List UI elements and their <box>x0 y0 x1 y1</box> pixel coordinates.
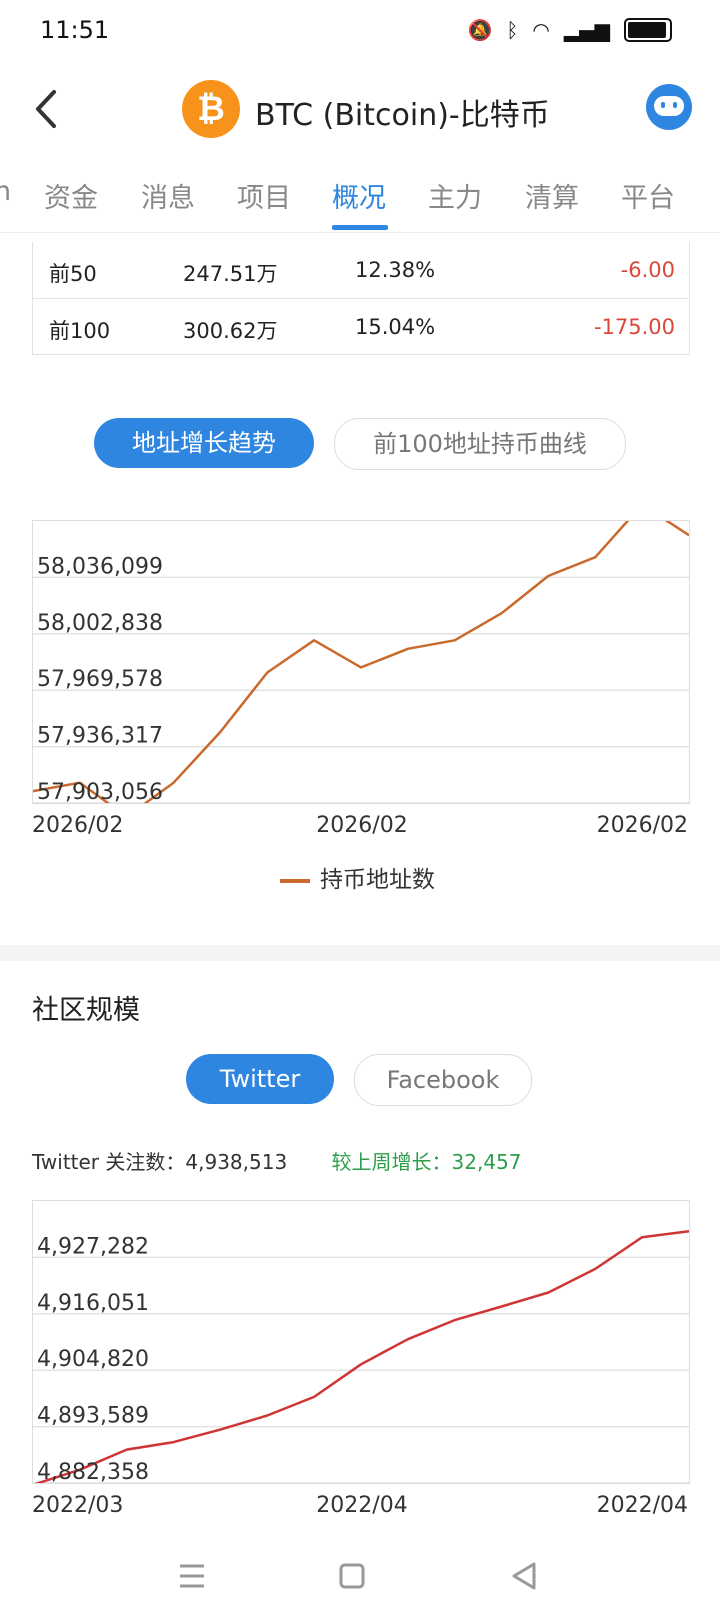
address-chart-xaxis: 2026/02 2026/02 2026/02 <box>32 813 688 838</box>
x-tick-label: 2026/02 <box>32 813 123 838</box>
x-tick-label: 2022/04 <box>316 1493 407 1518</box>
facebook-toggle[interactable]: Facebook <box>354 1054 532 1106</box>
tab-liquidation[interactable]: 清算 <box>525 176 579 215</box>
twitter-toggle[interactable]: Twitter <box>186 1054 334 1104</box>
back-triangle-icon[interactable] <box>498 1550 550 1602</box>
tab-main-force[interactable]: 主力 <box>428 176 482 215</box>
change-cell: -175.00 <box>593 315 675 339</box>
rank-cell: 前100 <box>49 319 111 343</box>
mute-icon: 🔕 <box>467 18 493 42</box>
growth-value: 32,457 <box>451 1150 522 1174</box>
y-tick-label: 4,916,051 <box>37 1291 149 1316</box>
percent-cell: 12.38% <box>355 258 436 282</box>
legend-line-icon <box>280 878 310 883</box>
y-tick-label: 4,904,820 <box>37 1347 149 1372</box>
status-time: 11:51 <box>40 16 110 44</box>
legend-label: 持币地址数 <box>320 867 435 893</box>
tab-platform[interactable]: 平台 <box>621 176 675 215</box>
percent-cell: 15.04% <box>355 315 436 339</box>
address-chart-svg: 58,036,099 58,002,838 57,969,578 57,936,317… <box>33 521 689 803</box>
tab-project[interactable]: 项目 <box>237 176 291 215</box>
status-icons: 🔕 ᛒ ◠ ▂▄▆ <box>467 18 672 42</box>
community-title: 社区规模 <box>32 995 140 1026</box>
x-tick-label: 2026/02 <box>316 813 407 838</box>
y-tick-label: 4,882,358 <box>37 1460 149 1483</box>
tab-funds[interactable]: 资金 <box>44 176 98 215</box>
growth-label: 较上周增长： <box>331 1150 452 1174</box>
active-tab-indicator <box>332 225 388 230</box>
home-icon[interactable] <box>326 1550 378 1602</box>
y-tick-label: 58,036,099 <box>37 554 163 579</box>
tab-bar: n 资金 消息 项目 概况 主力 清算 平台 <box>0 166 720 233</box>
tab-news[interactable]: 消息 <box>141 176 195 215</box>
x-tick-label: 2022/03 <box>32 1493 123 1518</box>
y-tick-label: 58,002,838 <box>37 611 163 636</box>
twitter-chart-svg: 4,927,282 4,916,051 4,904,820 4,893,589 4,88… <box>33 1229 689 1483</box>
status-bar: 11:51 🔕 ᛒ ◠ ▂▄▆ <box>0 0 720 64</box>
y-tick-label: 4,893,589 <box>37 1404 149 1429</box>
y-tick-label: 57,936,317 <box>37 724 163 749</box>
battery-icon <box>624 18 672 42</box>
menu-icon[interactable] <box>166 1550 218 1602</box>
address-growth-toggle[interactable]: 地址增长趋势 <box>94 418 314 468</box>
x-tick-label: 2026/02 <box>597 813 688 838</box>
y-tick-label: 4,927,282 <box>37 1234 149 1259</box>
top100-curve-toggle[interactable]: 前100地址持币曲线 <box>334 418 626 470</box>
twitter-stats: Twitter 关注数：4,938,513 较上周增长：32,457 <box>32 1146 522 1175</box>
bitcoin-logo-icon: ₿ <box>182 80 240 138</box>
wifi-icon: ◠ <box>532 18 550 42</box>
tab-partial-left[interactable]: n <box>0 176 11 207</box>
chart-legend: 持币地址数 <box>280 860 435 894</box>
amount-cell: 247.51万 <box>183 262 278 286</box>
signal-icon: ▂▄▆ <box>563 18 610 42</box>
rank-cell: 前50 <box>49 262 97 286</box>
followers-label: Twitter 关注数： <box>32 1150 186 1174</box>
twitter-chart: 4,927,282 4,916,051 4,904,820 4,893,589 4,88… <box>32 1200 690 1484</box>
followers-value: 4,938,513 <box>185 1150 288 1174</box>
x-tick-label: 2022/04 <box>597 1493 688 1518</box>
system-nav-bar <box>0 1540 720 1612</box>
address-chart: 58,036,099 58,002,838 57,969,578 57,936,317… <box>32 520 690 804</box>
page-title: BTC (Bitcoin)-比特币 <box>255 98 550 133</box>
holders-table: 前50 247.51万 12.38% -6.00 前100 300.62万 15… <box>32 242 690 355</box>
table-row: 前50 247.51万 12.38% -6.00 <box>33 242 689 298</box>
change-cell: -6.00 <box>620 258 675 282</box>
table-row: 前100 300.62万 15.04% -175.00 <box>33 298 689 355</box>
y-tick-label: 57,969,578 <box>37 667 163 692</box>
twitter-chart-xaxis: 2022/03 2022/04 2022/04 <box>32 1493 688 1518</box>
app-header: ₿ BTC (Bitcoin)-比特币 <box>0 70 720 150</box>
tab-overview[interactable]: 概况 <box>332 176 386 215</box>
back-arrow-icon[interactable] <box>28 86 68 132</box>
section-divider <box>0 945 720 961</box>
bluetooth-icon: ᛒ <box>506 18 519 42</box>
assistant-robot-icon[interactable] <box>646 84 692 130</box>
y-tick-label: 57,903,056 <box>37 780 163 803</box>
amount-cell: 300.62万 <box>183 319 278 343</box>
